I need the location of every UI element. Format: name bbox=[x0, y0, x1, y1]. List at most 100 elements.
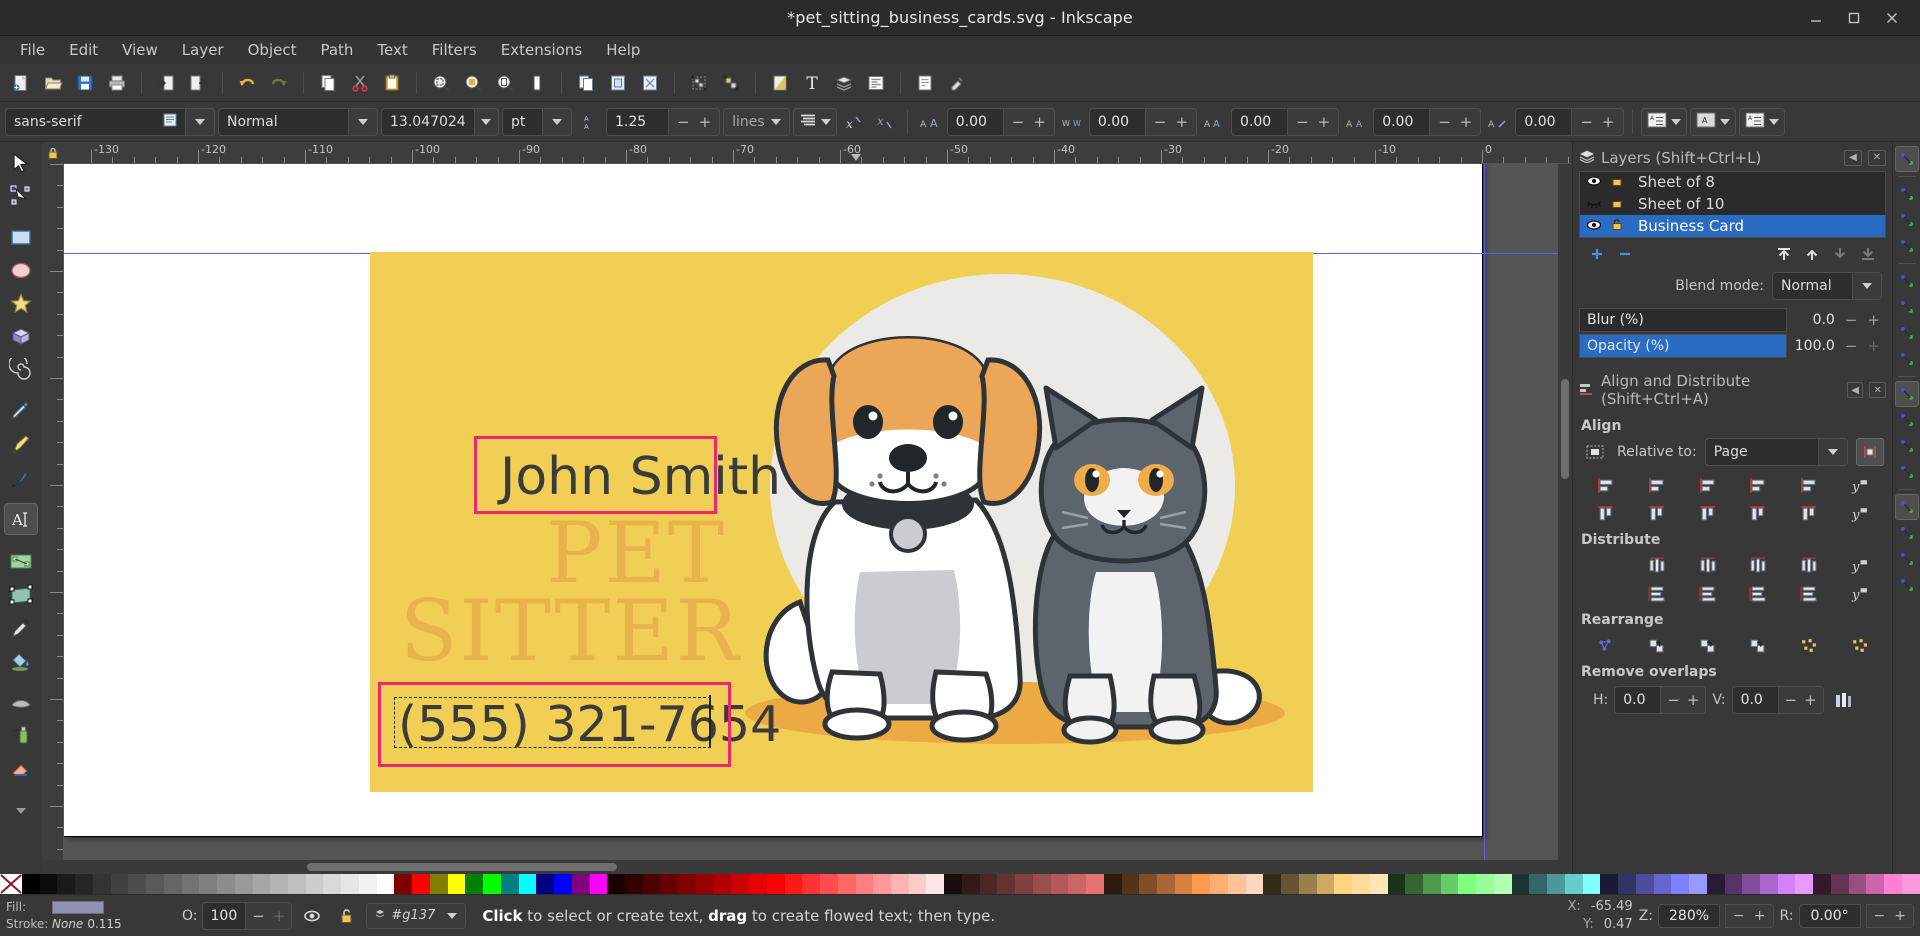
palette-swatch[interactable] bbox=[642, 874, 661, 894]
xml-editor-icon[interactable] bbox=[861, 68, 891, 98]
align-horizontal-centers[interactable] bbox=[1683, 472, 1732, 498]
ruler-lock-icon[interactable] bbox=[42, 142, 64, 164]
palette-swatch[interactable] bbox=[394, 874, 413, 894]
blur-decrement[interactable]: − bbox=[1845, 311, 1858, 329]
layers-list[interactable]: Sheet of 8 Sheet of 10 Business Card bbox=[1579, 171, 1886, 238]
layer-unlocked-icon[interactable] bbox=[1610, 173, 1624, 191]
vertical-scroll-thumb[interactable] bbox=[1561, 379, 1569, 479]
undo-icon[interactable] bbox=[232, 68, 262, 98]
more-tools[interactable] bbox=[4, 794, 38, 826]
relative-to-dropdown-arrow[interactable] bbox=[1818, 438, 1848, 466]
word-spacing-increment[interactable]: + bbox=[1175, 113, 1188, 131]
vertical-ruler[interactable] bbox=[42, 164, 64, 860]
palette-swatch[interactable] bbox=[1369, 874, 1388, 894]
palette-swatch[interactable] bbox=[518, 874, 537, 894]
gradient-tool[interactable] bbox=[4, 545, 38, 577]
palette-swatch[interactable] bbox=[1795, 874, 1814, 894]
rotation-value[interactable]: 0.00° bbox=[1798, 903, 1861, 928]
palette-swatch[interactable] bbox=[1192, 874, 1211, 894]
line-spacing-decrement[interactable]: − bbox=[677, 113, 690, 131]
palette-swatch[interactable] bbox=[979, 874, 998, 894]
menu-item-edit[interactable]: Edit bbox=[57, 38, 110, 62]
snap-nodes-icon[interactable] bbox=[1895, 268, 1919, 294]
blur-increment[interactable]: + bbox=[1867, 311, 1880, 329]
eraser-tool[interactable] bbox=[4, 752, 38, 784]
clone-icon[interactable] bbox=[603, 68, 633, 98]
stroke-value[interactable]: None bbox=[52, 916, 83, 932]
align-left-edges[interactable] bbox=[1632, 472, 1681, 498]
fill-swatch[interactable] bbox=[52, 900, 104, 914]
palette-swatch[interactable] bbox=[358, 874, 377, 894]
palette-swatch[interactable] bbox=[1813, 874, 1831, 894]
overlaps-h-increment[interactable]: + bbox=[1687, 691, 1700, 709]
horizontal-ruler[interactable]: -130 -120 -110 -100 -90 -80 -70 -60 -50 -40 -30 -20… bbox=[64, 142, 1572, 164]
palette-swatch[interactable] bbox=[1759, 874, 1778, 894]
menu-item-layer[interactable]: Layer bbox=[170, 38, 236, 62]
paste-icon[interactable] bbox=[377, 68, 407, 98]
palette-swatch[interactable] bbox=[181, 874, 200, 894]
palette-swatch[interactable] bbox=[1582, 874, 1601, 894]
randomize-positions[interactable] bbox=[1784, 632, 1833, 658]
snap-bbox-corner-icon[interactable] bbox=[1895, 233, 1919, 259]
align-top-edges[interactable] bbox=[1632, 500, 1681, 526]
snap-smooth-nodes-icon[interactable] bbox=[1894, 381, 1919, 407]
palette-swatch[interactable] bbox=[163, 874, 182, 894]
palette-swatch[interactable] bbox=[483, 874, 501, 894]
exchange-positions-clockwise[interactable] bbox=[1733, 632, 1782, 658]
distribute-horizontal-gaps[interactable] bbox=[1784, 552, 1833, 578]
palette-swatch[interactable] bbox=[39, 874, 58, 894]
snap-midpoints-icon[interactable] bbox=[1895, 407, 1919, 433]
group-icon[interactable] bbox=[684, 68, 714, 98]
zoom-increment[interactable]: + bbox=[1754, 908, 1766, 924]
palette-swatch[interactable] bbox=[554, 874, 572, 894]
palette-swatch[interactable] bbox=[1015, 874, 1033, 894]
palette-swatch[interactable] bbox=[1866, 874, 1885, 894]
palette-swatch[interactable] bbox=[1564, 874, 1583, 894]
palette-swatch[interactable] bbox=[1174, 874, 1193, 894]
palette-swatch[interactable] bbox=[713, 874, 732, 894]
lower-icon[interactable] bbox=[1826, 242, 1854, 266]
word-spacing-decrement[interactable]: − bbox=[1154, 113, 1167, 131]
palette-swatch[interactable] bbox=[1884, 874, 1902, 894]
maximize-icon[interactable] bbox=[1846, 10, 1862, 26]
palette-swatch[interactable] bbox=[252, 874, 271, 894]
align-right-edges-to-left[interactable] bbox=[1581, 472, 1630, 498]
word-spacing-spinner[interactable]: 0.00 − + bbox=[1088, 107, 1198, 136]
font-family-combo[interactable]: sans-serif bbox=[5, 107, 215, 136]
palette-swatch[interactable] bbox=[92, 874, 111, 894]
overlaps-v-increment[interactable]: + bbox=[1804, 691, 1817, 709]
snap-guides-icon[interactable] bbox=[1895, 572, 1919, 598]
blend-mode-combo[interactable]: Normal bbox=[1772, 272, 1882, 300]
palette-swatch[interactable] bbox=[1032, 874, 1051, 894]
text-orientation-combo[interactable]: A bbox=[1689, 107, 1736, 136]
card-name-text[interactable]: John Smith bbox=[500, 447, 781, 507]
font-style-dropdown-arrow[interactable] bbox=[348, 107, 378, 136]
tweak-tool[interactable] bbox=[4, 686, 38, 718]
align-bottom-edges[interactable] bbox=[1733, 500, 1782, 526]
font-size-dropdown-arrow[interactable] bbox=[473, 107, 499, 136]
palette-swatch[interactable] bbox=[784, 874, 803, 894]
palette-swatch[interactable] bbox=[1777, 874, 1796, 894]
snap-bbox-edge-icon[interactable] bbox=[1895, 207, 1919, 233]
palette-swatch[interactable] bbox=[855, 874, 874, 894]
distribute-top-edges[interactable] bbox=[1632, 580, 1681, 606]
palette-swatch[interactable] bbox=[997, 874, 1016, 894]
font-family-dropdown-arrow[interactable] bbox=[185, 107, 215, 136]
palette-swatch[interactable] bbox=[1493, 874, 1512, 894]
align-right-edges[interactable] bbox=[1733, 472, 1782, 498]
layers-close-icon[interactable]: ✕ bbox=[1868, 149, 1886, 166]
blur-slider[interactable]: Blur (%) bbox=[1579, 308, 1787, 332]
new-document-icon[interactable] bbox=[6, 68, 36, 98]
palette-swatch[interactable] bbox=[1529, 874, 1548, 894]
letter-spacing-increment[interactable]: + bbox=[1033, 113, 1046, 131]
snap-object-centers-icon[interactable] bbox=[1895, 433, 1919, 459]
palette-swatch[interactable] bbox=[837, 874, 856, 894]
zoom-selection-icon[interactable] bbox=[426, 68, 456, 98]
distribute-right-edges[interactable] bbox=[1733, 552, 1782, 578]
status-opacity-increment[interactable]: + bbox=[273, 907, 286, 925]
palette-swatch[interactable] bbox=[1511, 874, 1530, 894]
palette-swatch[interactable] bbox=[217, 874, 235, 894]
distribute-vertical-gaps[interactable] bbox=[1784, 580, 1833, 606]
palette-swatch[interactable] bbox=[890, 874, 909, 894]
horizontal-scrollbar[interactable] bbox=[42, 860, 1572, 874]
